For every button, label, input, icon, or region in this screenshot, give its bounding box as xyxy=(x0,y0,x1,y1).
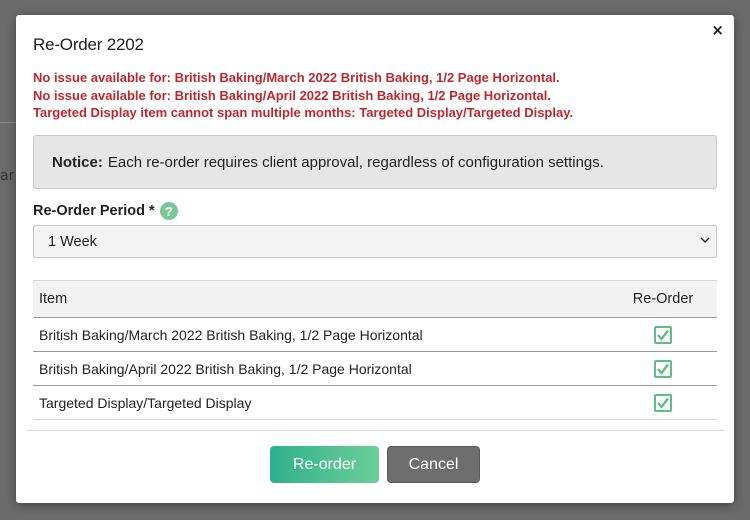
row-item: British Baking/March 2022 British Baking… xyxy=(39,326,423,343)
reorder-checkbox[interactable] xyxy=(654,325,672,344)
reorder-checkbox[interactable] xyxy=(654,393,672,412)
period-select[interactable]: 1 Week xyxy=(33,225,717,258)
notice-label: Notice: xyxy=(52,153,103,171)
period-label-text: Re-Order Period * xyxy=(33,203,155,219)
reorder-button[interactable]: Re-order xyxy=(270,446,379,483)
table-row: Targeted Display/Targeted Display xyxy=(33,386,717,420)
error-message: Targeted Display item cannot span multip… xyxy=(33,105,574,120)
notice-box: Notice: Each re-order requires client ap… xyxy=(33,135,717,189)
notice-text: Each re-order requires client approval, … xyxy=(107,153,604,171)
header-reorder: Re-Order xyxy=(632,291,694,307)
footer-divider xyxy=(26,430,724,431)
background-page-text: ar xyxy=(0,168,14,184)
reorder-checkbox[interactable] xyxy=(654,359,672,378)
cancel-button[interactable]: Cancel xyxy=(387,446,480,483)
table-row: British Baking/March 2022 British Baking… xyxy=(33,318,717,352)
period-select-value: 1 Week xyxy=(48,233,97,250)
help-icon[interactable]: ? xyxy=(159,202,178,220)
table-header: Item Re-Order xyxy=(33,280,717,318)
row-item: British Baking/April 2022 British Baking… xyxy=(39,360,412,377)
error-messages: No issue available for: British Baking/M… xyxy=(33,69,573,122)
close-icon[interactable]: × xyxy=(711,21,724,39)
background-page-strip xyxy=(0,122,16,123)
header-item: Item xyxy=(39,291,68,307)
error-message: No issue available for: British Baking/A… xyxy=(33,87,551,103)
check-icon xyxy=(657,397,669,409)
error-message: No issue available for: British Baking/M… xyxy=(33,70,560,85)
chevron-down-icon xyxy=(700,237,710,244)
items-table: Item Re-Order British Baking/March 2022 … xyxy=(33,280,717,420)
check-icon xyxy=(657,329,669,341)
period-label: Re-Order Period * ? xyxy=(33,202,178,220)
check-icon xyxy=(657,363,669,375)
dialog-title: Re-Order 2202 xyxy=(33,35,144,54)
reorder-dialog: × Re-Order 2202 No issue available for: … xyxy=(16,15,734,503)
row-item: Targeted Display/Targeted Display xyxy=(39,394,252,411)
table-row: British Baking/April 2022 British Baking… xyxy=(33,352,717,386)
